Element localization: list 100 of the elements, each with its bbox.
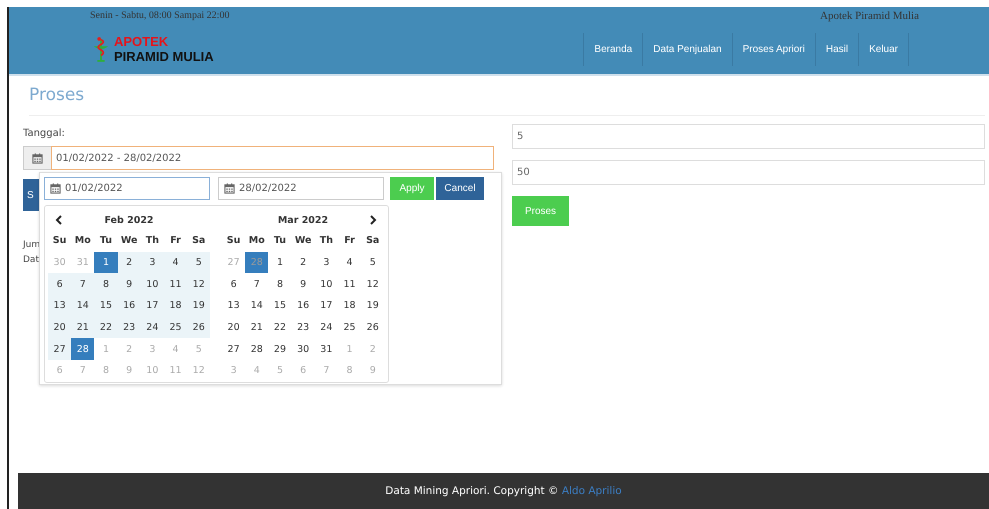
calendar-day[interactable]: 7 (71, 273, 94, 296)
calendar-day[interactable]: 12 (187, 273, 210, 296)
calendar-day[interactable]: 26 (187, 316, 210, 338)
calendar-day[interactable]: 28 (71, 338, 94, 360)
calendar-day[interactable]: 16 (292, 295, 315, 317)
weekday-label: Sa (191, 234, 206, 248)
calendar-icon (32, 152, 43, 164)
calendar-day[interactable]: 2 (118, 252, 141, 274)
input-field[interactable]: 50 (512, 160, 985, 185)
submit-button[interactable]: S (23, 179, 39, 211)
field-label: Tanggal: (23, 128, 66, 141)
weekday-label: Sa (365, 234, 380, 248)
weekday-label: Fr (343, 234, 356, 248)
date-field[interactable]: 28/02/2022 (218, 177, 384, 200)
calendar-day[interactable]: 30 (292, 338, 315, 360)
calendar-day[interactable]: 24 (314, 316, 338, 338)
calendar-day[interactable]: 5 (361, 252, 384, 274)
nav-link[interactable]: Keluar (859, 32, 909, 66)
date-field[interactable]: 01/02/2022 (44, 177, 210, 200)
weekday-label: Mo (248, 234, 266, 248)
calendar-day[interactable]: 11 (164, 273, 188, 296)
calendar-day[interactable]: 6 (48, 273, 72, 296)
logo-subtitle: PIRAMID MULIA (114, 49, 214, 64)
input-field[interactable]: 5 (512, 124, 985, 149)
summary-label: Dat (23, 254, 39, 267)
calendar-day[interactable]: 17 (140, 295, 164, 317)
weekday-label: Th (318, 234, 334, 248)
calendar-day[interactable]: 3 (140, 252, 164, 274)
calendar-day[interactable]: 1 (94, 252, 118, 274)
calendar-day[interactable]: 14 (245, 295, 268, 317)
nav-link[interactable]: Proses Apriori (732, 32, 816, 66)
calendar-day[interactable]: 4 (164, 252, 188, 274)
calendar-day[interactable]: 2 (292, 252, 315, 274)
weekday-label: We (294, 234, 312, 248)
calendar-day[interactable]: 24 (140, 316, 164, 338)
calendar-day[interactable]: 13 (48, 295, 72, 317)
calendar-day[interactable]: 18 (164, 295, 188, 317)
calendar-day[interactable]: 14 (71, 295, 94, 317)
page-title: Proses (29, 85, 985, 116)
calendar-day[interactable]: 20 (48, 316, 72, 338)
calendar-icon (50, 183, 61, 194)
opening-hours: Senin - Sabtu, 08:00 Sampai 22:00 (90, 10, 230, 21)
calendar-day[interactable]: 9 (292, 273, 315, 296)
calendar-day[interactable]: 5 (187, 252, 210, 274)
calendar-day[interactable]: 21 (71, 316, 94, 338)
calendar-day[interactable]: 22 (94, 316, 118, 338)
month-title: Feb 2022 (104, 214, 154, 226)
logo-title: APOTEK (114, 34, 170, 49)
calendar-day[interactable]: 29 (268, 338, 292, 360)
weekday-label: Fr (169, 234, 182, 248)
calendar-day[interactable]: 28 (245, 338, 268, 360)
weekday-label: Tu (272, 234, 288, 248)
calendar-day[interactable]: 15 (94, 295, 118, 317)
nav-link[interactable]: Beranda (584, 32, 644, 66)
calendar-day[interactable]: 15 (268, 295, 292, 317)
calendar-day[interactable]: 16 (118, 295, 141, 317)
calendar-icon (224, 183, 235, 194)
weekday-label: We (120, 234, 138, 248)
calendar-day[interactable]: 19 (187, 295, 210, 317)
weekday-label: Mo (74, 234, 92, 248)
nav-link[interactable]: Hasil (816, 32, 860, 66)
cancel-button[interactable]: Cancel (436, 177, 484, 200)
date-range-field[interactable]: 01/02/2022 - 28/02/2022 (51, 146, 494, 170)
calendar-day[interactable]: 22 (268, 316, 292, 338)
next-month-icon[interactable] (369, 215, 377, 225)
store-name: Apotek Piramid Mulia (820, 10, 919, 22)
calendar-day[interactable]: 8 (268, 273, 292, 296)
calendar-day[interactable]: 26 (361, 316, 384, 338)
calendar-day[interactable]: 20 (222, 316, 246, 338)
calendar-day[interactable]: 1 (268, 252, 292, 274)
calendar-day[interactable]: 27 (222, 338, 246, 360)
calendar-day[interactable]: 19 (361, 295, 384, 317)
calendar-day[interactable]: 17 (314, 295, 338, 317)
calendar-day[interactable]: 21 (245, 316, 268, 338)
copyright-text: Data Mining Apriori. Copyright © Aldo Aprilio (385, 485, 622, 497)
calendar-day[interactable]: 25 (338, 316, 362, 338)
calendar-day[interactable]: 10 (314, 273, 338, 296)
calendar-day[interactable]: 23 (118, 316, 141, 338)
calendar-day[interactable]: 6 (222, 273, 246, 296)
nav-link[interactable]: Data Penjualan (643, 32, 733, 66)
calendar-day[interactable]: 18 (338, 295, 362, 317)
calendar-day[interactable]: 4 (338, 252, 362, 274)
calendar-day[interactable]: 8 (94, 273, 118, 296)
calendar-day[interactable]: 9 (118, 273, 141, 296)
weekday-label: Su (226, 234, 242, 248)
previous-month-icon[interactable] (55, 215, 63, 225)
weekday-label: Su (52, 234, 68, 248)
calendar-day[interactable]: 27 (48, 338, 72, 360)
weekday-label: Tu (98, 234, 114, 248)
calendar-day[interactable]: 11 (338, 273, 362, 296)
calendar-day[interactable]: 7 (245, 273, 268, 296)
calendar-day[interactable]: 23 (292, 316, 315, 338)
calendar-day[interactable]: 10 (140, 273, 164, 296)
calendar-day[interactable]: 25 (164, 316, 188, 338)
calendar-day[interactable]: 12 (361, 273, 384, 296)
month-title: Mar 2022 (278, 214, 328, 226)
weekday-label: Th (144, 234, 160, 248)
calendar-day[interactable]: 3 (314, 252, 338, 274)
calendar-day[interactable]: 31 (314, 338, 338, 360)
calendar-day[interactable]: 13 (222, 295, 246, 317)
